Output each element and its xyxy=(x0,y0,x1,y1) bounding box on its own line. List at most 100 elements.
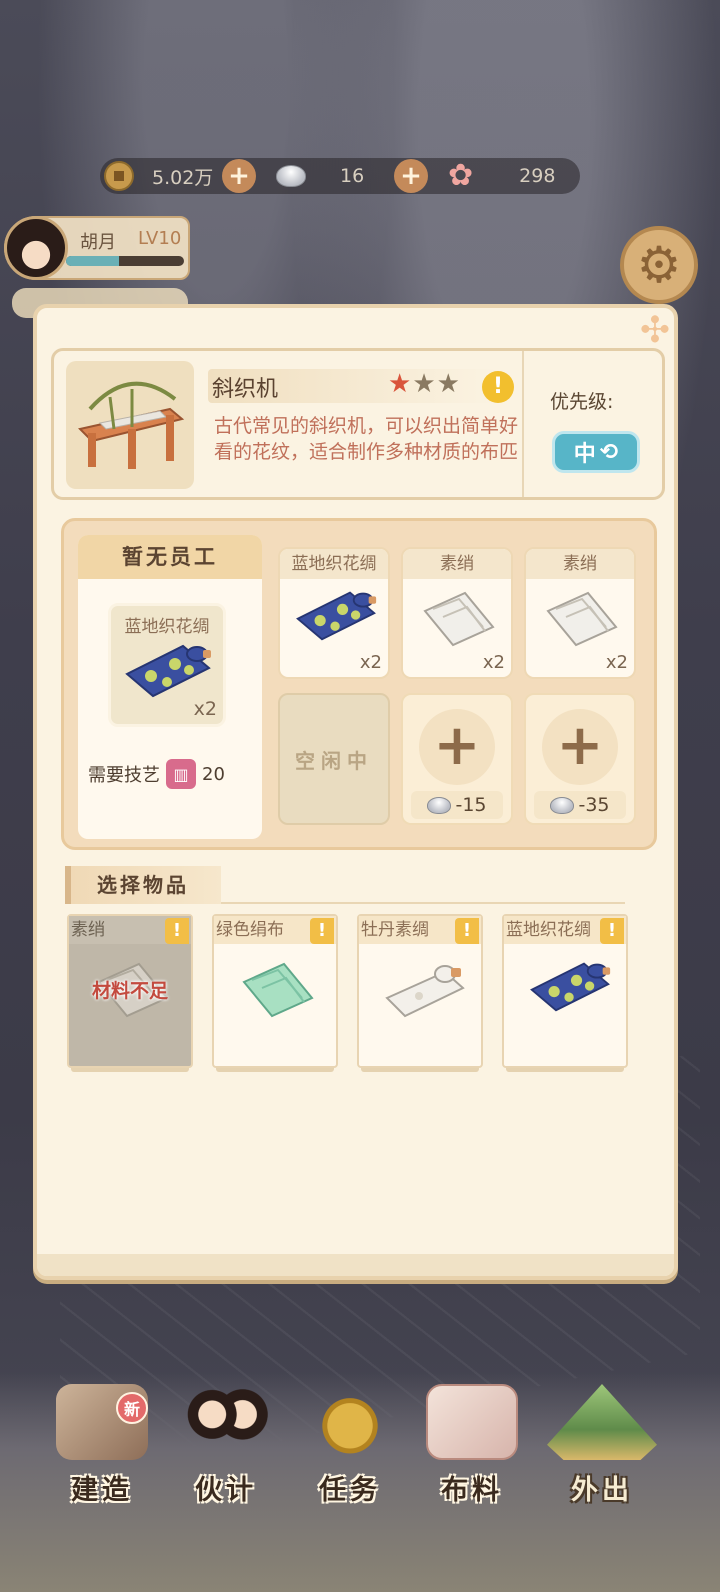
select-items-title: 选择物品 xyxy=(65,866,221,904)
select-item-card[interactable]: 牡丹素绸 ! xyxy=(357,914,483,1072)
unlock-cost: -15 xyxy=(411,791,503,819)
unlock-cost-value: -15 xyxy=(455,794,487,816)
current-product-count: x2 xyxy=(193,698,217,720)
select-item-card[interactable]: 绿色绢布 ! xyxy=(212,914,338,1072)
star-icon: ★ xyxy=(436,369,461,399)
queue-slot-label: 素绡 xyxy=(403,549,511,579)
silver-resource: 16 + xyxy=(276,158,428,194)
blue-brocade-icon xyxy=(296,591,377,641)
idle-slot[interactable]: 空闲中 xyxy=(278,693,390,825)
warning-exclamation-icon: ! xyxy=(165,918,189,944)
coin-resource: 5.02万 + xyxy=(104,158,256,194)
skill-label: 需要技艺 xyxy=(88,765,160,786)
queue-slot[interactable]: 素绡 x2 xyxy=(401,547,513,679)
peony-silk-icon xyxy=(385,965,465,1018)
gold-coins-icon xyxy=(304,1384,396,1460)
priority-value: 中 xyxy=(573,442,596,467)
select-item-card[interactable]: 蓝地织花绸 ! xyxy=(502,914,628,1072)
copper-coin-icon xyxy=(104,161,134,191)
xp-bar xyxy=(66,256,184,266)
worker-status-header: 暂无员工 xyxy=(78,535,262,579)
divider xyxy=(522,351,524,497)
plus-icon: + xyxy=(419,709,495,785)
nav-build[interactable]: 新 建造 xyxy=(42,1378,162,1508)
silver-ingot-icon xyxy=(276,165,306,187)
player-card[interactable]: 胡月 LV10 xyxy=(4,216,190,280)
fabric-book-icon xyxy=(426,1384,518,1460)
settings-gear-icon[interactable]: ⚙ xyxy=(620,226,698,304)
nav-tasks[interactable]: 任务 xyxy=(290,1378,410,1508)
select-items-header: 选择物品 xyxy=(65,866,625,904)
silver-ingot-icon xyxy=(427,796,452,814)
silver-amount: 16 xyxy=(340,165,365,187)
queue-slot[interactable]: 蓝地织花绸 x2 xyxy=(278,547,390,679)
resource-bar: 5.02万 + 16 + ✿ 298 xyxy=(100,158,580,194)
skill-requirement: 需要技艺 ▥ 20 xyxy=(88,759,225,789)
player-name: 胡月 xyxy=(80,232,116,253)
machine-description: 古代常见的斜织机，可以织出简单好看的花纹，适合制作多种材质的布匹 xyxy=(214,415,519,463)
unlock-slot-button[interactable]: + -15 xyxy=(401,693,513,825)
star-icon: ★ xyxy=(412,369,437,399)
machine-star-rating: ★★★ xyxy=(388,369,461,399)
warning-exclamation-icon: ! xyxy=(310,918,334,944)
skill-value: 20 xyxy=(202,763,225,785)
loom-icon xyxy=(78,381,185,469)
blue-brocade-icon xyxy=(530,962,611,1012)
worker-card[interactable]: 暂无员工 蓝地织花绸 x2 需要技艺 ▥ 20 xyxy=(78,535,262,839)
skill-book-icon: ▥ xyxy=(166,759,196,789)
nav-staff-label: 伙计 xyxy=(195,1475,257,1506)
queue-slot-label: 素绡 xyxy=(526,549,634,579)
production-area: 暂无员工 蓝地织花绸 x2 需要技艺 ▥ 20 蓝地织花绸 x2 素绡 x2 素… xyxy=(61,518,657,850)
info-exclamation-icon[interactable]: ! xyxy=(482,371,514,403)
machine-name: 斜织机 xyxy=(212,377,279,402)
close-icon[interactable]: ✣ xyxy=(637,313,673,349)
nav-build-label: 建造 xyxy=(71,1475,133,1506)
plus-icon: + xyxy=(542,709,618,785)
nav-staff[interactable]: 伙计 xyxy=(166,1378,286,1508)
loom-panel: ✣ 斜织机 ★★★ ! 古代常见的斜织机，可以织出简单好看的花纹，适合制作多种材… xyxy=(33,304,678,1280)
new-badge: 新 xyxy=(116,1392,148,1424)
queue-slot-label: 蓝地织花绸 xyxy=(280,549,388,579)
bottom-nav: 新 建造 伙计 任务 布料 外出 xyxy=(0,1378,720,1518)
nav-outing[interactable]: 外出 xyxy=(542,1378,662,1508)
warning-exclamation-icon: ! xyxy=(455,918,479,944)
nav-fabric-label: 布料 xyxy=(441,1475,503,1506)
green-silk-icon xyxy=(242,962,314,1018)
queue-slot-count: x2 xyxy=(605,652,628,673)
nav-fabric[interactable]: 布料 xyxy=(412,1378,532,1508)
unlock-cost-value: -35 xyxy=(578,794,610,816)
star-icon: ★ xyxy=(388,369,413,399)
flower-resource: ✿ 298 xyxy=(448,158,555,194)
loom-thumbnail xyxy=(66,361,194,489)
idle-label: 空闲中 xyxy=(295,748,373,773)
queue-slot[interactable]: 素绡 x2 xyxy=(524,547,636,679)
coin-amount: 5.02万 xyxy=(152,166,214,189)
staff-portraits-icon xyxy=(180,1384,272,1460)
nav-tasks-label: 任务 xyxy=(319,1475,381,1506)
peach-blossom-icon: ✿ xyxy=(448,158,474,193)
queue-slot-count: x2 xyxy=(482,652,505,673)
player-level: LV10 xyxy=(138,228,182,249)
queue-slot-count: x2 xyxy=(359,652,382,673)
plain-silk-icon xyxy=(423,591,495,647)
xp-bar-fill xyxy=(66,256,120,266)
unlock-slot-button[interactable]: + -35 xyxy=(524,693,636,825)
priority-label: 优先级: xyxy=(550,391,614,413)
select-item-card[interactable]: 素绡 ! 材料不足 xyxy=(67,914,193,1072)
priority-toggle-button[interactable]: 中 ⟲ xyxy=(552,431,640,473)
nav-outing-label: 外出 xyxy=(571,1475,633,1506)
silver-ingot-icon xyxy=(550,796,575,814)
unlock-cost: -35 xyxy=(534,791,626,819)
refresh-cycle-icon: ⟲ xyxy=(599,439,619,465)
plain-silk-icon xyxy=(546,591,618,647)
insufficient-materials-label: 材料不足 xyxy=(91,980,168,1002)
current-product-name: 蓝地织花绸 xyxy=(124,617,210,637)
mountain-landscape-icon xyxy=(547,1384,657,1460)
add-silver-button[interactable]: + xyxy=(394,159,428,193)
add-coins-button[interactable]: + xyxy=(222,159,256,193)
current-product: 蓝地织花绸 x2 xyxy=(108,603,226,727)
avatar[interactable] xyxy=(4,216,68,280)
warning-exclamation-icon: ! xyxy=(600,918,624,944)
panel-bottom-strip xyxy=(37,1254,674,1276)
machine-info-card: 斜织机 ★★★ ! 古代常见的斜织机，可以织出简单好看的花纹，适合制作多种材质的… xyxy=(51,348,665,500)
